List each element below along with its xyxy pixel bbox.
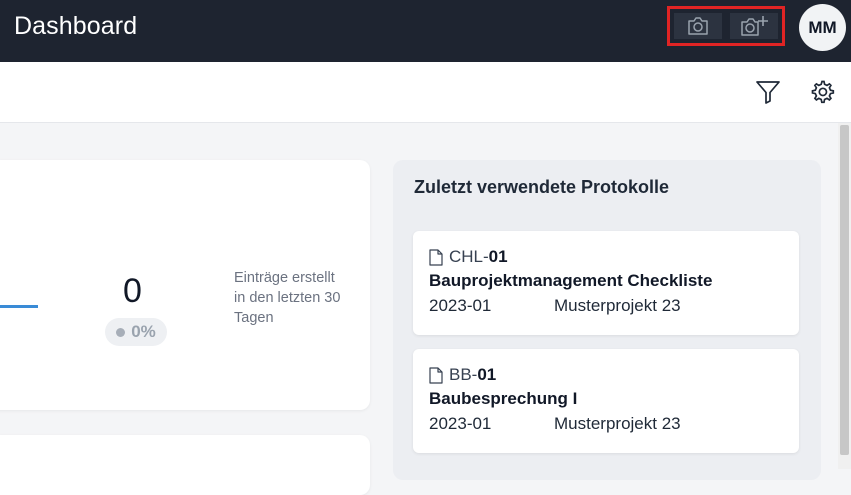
secondary-card xyxy=(0,435,370,495)
settings-button[interactable] xyxy=(808,78,836,106)
protocol-code-number: 01 xyxy=(477,365,497,384)
document-icon xyxy=(429,366,443,384)
protocol-project: Musterprojekt 23 xyxy=(554,296,681,315)
protocol-code-prefix: BB- xyxy=(449,365,478,384)
protocol-project: Musterprojekt 23 xyxy=(554,414,681,433)
gear-icon xyxy=(811,80,835,104)
recent-protocols-title: Zuletzt verwendete Protokolle xyxy=(414,177,670,197)
camera-icon xyxy=(688,17,708,35)
document-icon xyxy=(429,248,443,266)
user-avatar[interactable]: MM xyxy=(799,4,846,51)
filter-icon xyxy=(756,81,780,104)
page-title: Dashboard xyxy=(14,12,138,40)
protocol-date: 2023-01 xyxy=(429,296,492,315)
trend-line xyxy=(0,305,38,308)
protocol-card[interactable]: CHL- 01 Bauprojektmanagement Checkliste 2… xyxy=(413,231,799,335)
protocol-name: Baubesprechung I xyxy=(429,389,578,408)
protocol-date: 2023-01 xyxy=(429,414,492,433)
entries-description: Einträge erstellt in den letzten 30 Tage… xyxy=(234,270,341,326)
protocol-code-prefix: CHL- xyxy=(449,247,489,266)
camera-actions-group xyxy=(667,6,785,46)
camera-plus-icon xyxy=(741,16,768,36)
change-percent: 0% xyxy=(131,322,156,341)
toolbar xyxy=(0,62,851,123)
protocol-card[interactable]: BB- 01 Baubesprechung I 2023-01 Musterpro… xyxy=(413,349,799,453)
entries-count: 0 xyxy=(123,272,142,310)
top-bar: Dashboard MM xyxy=(0,0,851,62)
change-badge: 0% xyxy=(105,318,167,346)
protocol-code-number: 01 xyxy=(488,247,508,266)
protocol-code: BB- 01 xyxy=(429,365,496,385)
protocol-code: CHL- 01 xyxy=(429,247,508,267)
scrollbar-thumb[interactable] xyxy=(840,125,849,455)
filter-button[interactable] xyxy=(754,78,782,106)
protocol-name: Bauprojektmanagement Checkliste xyxy=(429,271,713,290)
add-photo-button[interactable] xyxy=(730,13,778,39)
camera-button[interactable] xyxy=(674,13,722,39)
status-dot xyxy=(116,327,126,337)
